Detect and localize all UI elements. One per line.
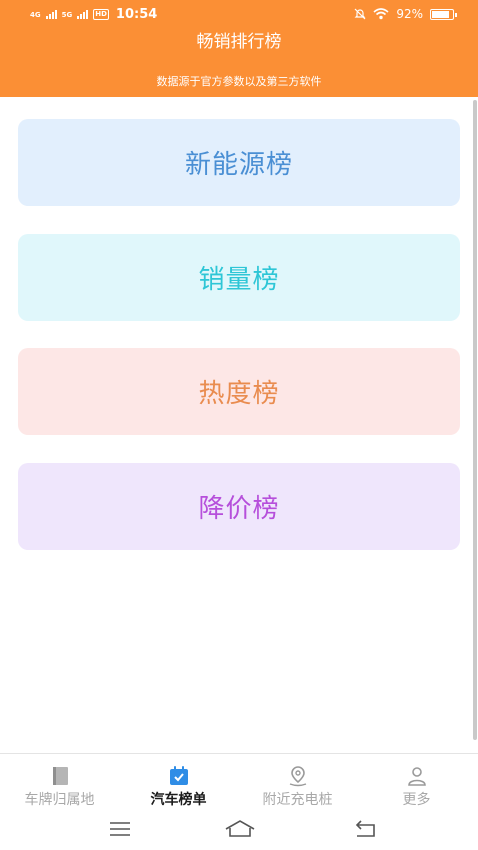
- home-icon[interactable]: [224, 818, 256, 840]
- location-pin-icon: [289, 766, 306, 787]
- tab-label: 汽车榜单: [150, 792, 207, 808]
- system-nav-bar: [0, 813, 478, 850]
- status-bar: 4G 5G HD 10:54 92%: [0, 0, 478, 30]
- back-icon[interactable]: [352, 818, 380, 840]
- menu-icon[interactable]: [106, 818, 134, 840]
- card-label: 新能源榜: [184, 150, 293, 180]
- card-label: 降价榜: [198, 494, 280, 524]
- ranking-card-sales[interactable]: 销量榜: [18, 234, 460, 321]
- book-icon: [52, 767, 68, 785]
- mute-bell-icon: [354, 8, 366, 20]
- calendar-check-icon: [169, 766, 188, 785]
- network-5g-label: 5G: [61, 10, 73, 19]
- status-time: 10:54: [115, 7, 158, 22]
- app-header: 4G 5G HD 10:54 92% 畅销排行榜 数据源于官方参数以及第三方软件: [0, 0, 478, 97]
- status-right: 92%: [354, 7, 457, 21]
- signal-icon: [45, 10, 57, 19]
- hd-badge: HD: [93, 9, 109, 20]
- network-4g-label: 4G: [30, 10, 41, 19]
- tab-label: 更多: [402, 792, 431, 808]
- scrollbar[interactable]: [473, 100, 477, 740]
- battery-icon: [430, 8, 457, 20]
- tab-more[interactable]: 更多: [357, 754, 476, 814]
- ranking-card-popularity[interactable]: 热度榜: [18, 348, 460, 435]
- tab-plate-location[interactable]: 车牌归属地: [0, 754, 119, 814]
- ranking-card-new-energy[interactable]: 新能源榜: [18, 119, 460, 206]
- ranking-card-price-drop[interactable]: 降价榜: [18, 463, 460, 550]
- card-label: 销量榜: [198, 265, 280, 295]
- page-title: 畅销排行榜: [196, 32, 282, 52]
- card-label: 热度榜: [198, 379, 280, 409]
- user-icon: [407, 767, 426, 786]
- tab-car-ranking[interactable]: 汽车榜单: [119, 754, 238, 814]
- tab-label: 附近充电桩: [262, 792, 333, 808]
- tab-label: 车牌归属地: [24, 792, 95, 808]
- bottom-tab-bar: 车牌归属地 汽车榜单 附近充电桩 更多: [0, 753, 478, 814]
- page-subtitle: 数据源于官方参数以及第三方软件: [156, 75, 322, 88]
- wifi-icon: [373, 8, 389, 20]
- signal-icon: [77, 10, 89, 19]
- status-left: 4G 5G HD 10:54: [30, 7, 157, 22]
- tab-nearby-charging[interactable]: 附近充电桩: [238, 754, 357, 814]
- battery-percent: 92%: [396, 7, 423, 21]
